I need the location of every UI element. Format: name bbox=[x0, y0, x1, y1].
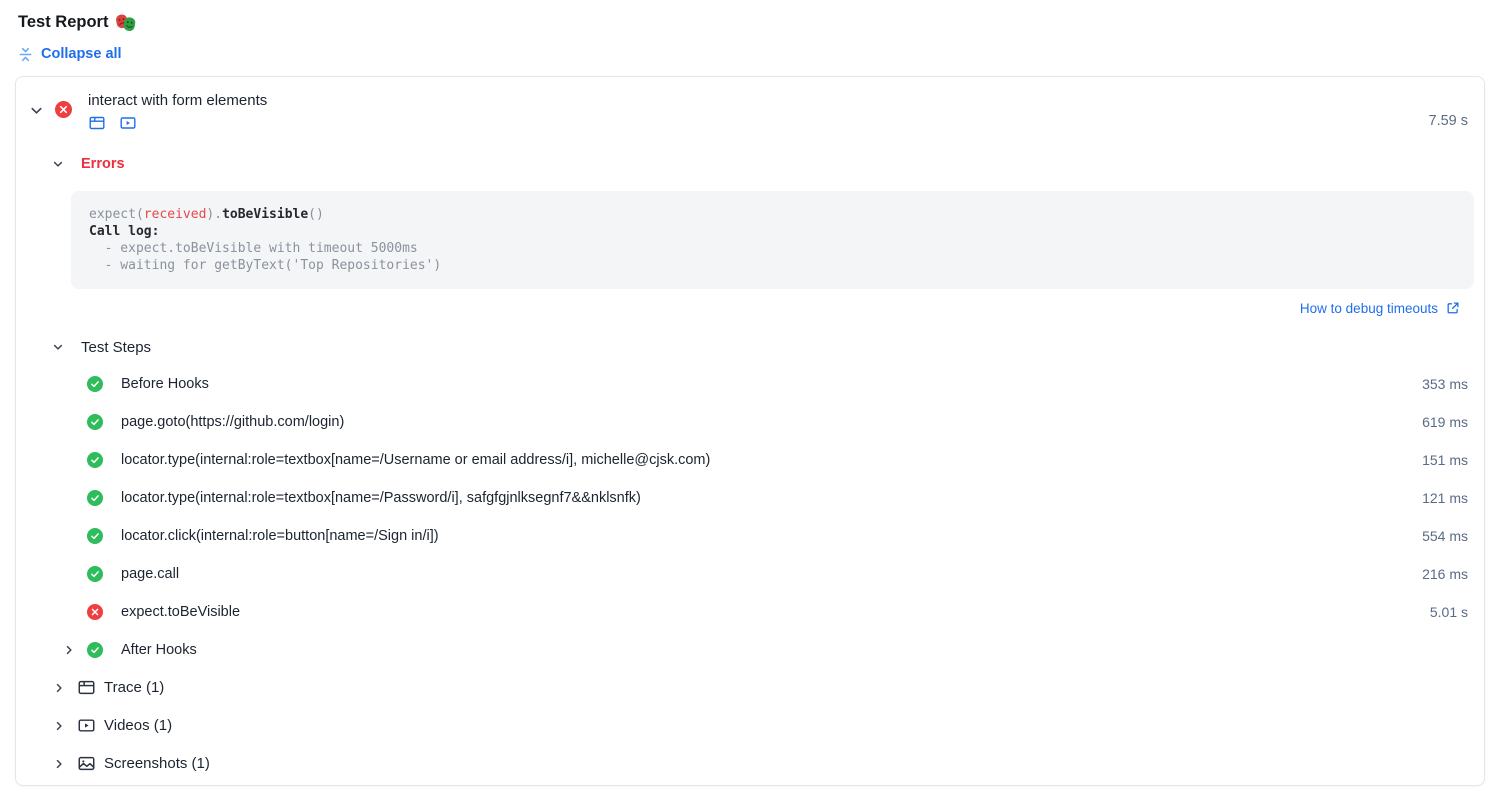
collapse-all-label: Collapse all bbox=[41, 46, 122, 62]
chevron-down-icon[interactable] bbox=[52, 341, 64, 353]
steps-list: Before Hooks 353 ms page.goto(https://gi… bbox=[16, 365, 1484, 669]
step-duration: 121 ms bbox=[1422, 490, 1468, 506]
step-duration: 619 ms bbox=[1422, 414, 1468, 430]
attachment-label: Trace (1) bbox=[104, 679, 164, 696]
step-title: expect.toBeVisible bbox=[121, 604, 240, 620]
errors-section-header[interactable]: Errors bbox=[16, 156, 1484, 172]
trace-icon[interactable] bbox=[88, 115, 106, 131]
step-title: locator.type(internal:role=textbox[name=… bbox=[121, 490, 641, 506]
test-step-row[interactable]: page.goto(https://github.com/login) 619 … bbox=[16, 403, 1484, 441]
attachment-row[interactable]: Trace (1) bbox=[16, 669, 1484, 707]
collapse-all-button[interactable]: Collapse all bbox=[18, 46, 122, 62]
step-title: locator.click(internal:role=button[name=… bbox=[121, 528, 439, 544]
error-code-block: expect(received).toBeVisible() Call log:… bbox=[71, 191, 1474, 289]
step-passed-icon bbox=[87, 642, 103, 658]
attachment-label: Videos (1) bbox=[104, 717, 172, 734]
attachment-label: Screenshots (1) bbox=[104, 755, 210, 772]
step-title: Before Hooks bbox=[121, 376, 209, 392]
how-to-debug-timeouts-link[interactable]: How to debug timeouts bbox=[1300, 301, 1460, 316]
page-title: Test Report bbox=[18, 13, 1500, 32]
video-icon[interactable] bbox=[119, 115, 137, 131]
error-line: - expect.toBeVisible with timeout 5000ms bbox=[89, 240, 1456, 257]
test-step-row[interactable]: Before Hooks 353 ms bbox=[16, 365, 1484, 403]
step-duration: 5.01 s bbox=[1430, 604, 1468, 620]
step-passed-icon bbox=[87, 528, 103, 544]
trace-icon bbox=[78, 679, 95, 696]
video-icon bbox=[78, 717, 95, 734]
test-steps-section-label: Test Steps bbox=[81, 339, 151, 356]
test-step-row[interactable]: locator.type(internal:role=textbox[name=… bbox=[16, 441, 1484, 479]
test-step-row[interactable]: expect.toBeVisible 5.01 s bbox=[16, 593, 1484, 631]
step-passed-icon bbox=[87, 414, 103, 430]
theater-masks-icon bbox=[116, 14, 136, 32]
external-link-icon bbox=[1446, 301, 1460, 315]
chevron-right-icon[interactable] bbox=[53, 720, 65, 732]
step-duration: 151 ms bbox=[1422, 452, 1468, 468]
test-step-row[interactable]: After Hooks bbox=[16, 631, 1484, 669]
error-line: expect(received).toBeVisible() bbox=[89, 206, 1456, 223]
attachments-list: Trace (1) Videos (1) Screenshots (1) bbox=[16, 669, 1484, 783]
step-duration: 353 ms bbox=[1422, 376, 1468, 392]
chevron-right-icon[interactable] bbox=[53, 758, 65, 770]
test-step-row[interactable]: locator.click(internal:role=button[name=… bbox=[16, 517, 1484, 555]
page-title-text: Test Report bbox=[18, 13, 108, 32]
step-passed-icon bbox=[87, 490, 103, 506]
chevron-down-icon[interactable] bbox=[52, 158, 64, 170]
screenshot-icon bbox=[78, 755, 95, 772]
test-duration: 7.59 s bbox=[1429, 113, 1469, 129]
chevron-right-icon[interactable] bbox=[63, 644, 75, 656]
chevron-right-icon[interactable] bbox=[53, 682, 65, 694]
attachment-row[interactable]: Videos (1) bbox=[16, 707, 1484, 745]
test-failed-status-icon bbox=[55, 101, 72, 118]
attachment-row[interactable]: Screenshots (1) bbox=[16, 745, 1484, 783]
step-passed-icon bbox=[87, 376, 103, 392]
chevron-down-icon[interactable] bbox=[29, 103, 44, 118]
step-title: page.goto(https://github.com/login) bbox=[121, 414, 344, 430]
step-passed-icon bbox=[87, 566, 103, 582]
step-duration: 554 ms bbox=[1422, 528, 1468, 544]
debug-link-row: How to debug timeouts bbox=[16, 301, 1460, 316]
step-title: locator.type(internal:role=textbox[name=… bbox=[121, 452, 710, 468]
test-attachment-shortcuts bbox=[88, 115, 267, 131]
test-title[interactable]: interact with form elements bbox=[88, 91, 267, 110]
page-header: Test Report bbox=[0, 0, 1500, 67]
step-passed-icon bbox=[87, 452, 103, 468]
step-duration: 216 ms bbox=[1422, 566, 1468, 582]
step-title: After Hooks bbox=[121, 642, 197, 658]
error-line: Call log: bbox=[89, 223, 1456, 240]
test-step-row[interactable]: page.call 216 ms bbox=[16, 555, 1484, 593]
test-steps-section-header[interactable]: Test Steps bbox=[16, 339, 1484, 356]
test-header[interactable]: interact with form elements 7.59 s bbox=[16, 77, 1484, 131]
test-step-row[interactable]: locator.type(internal:role=textbox[name=… bbox=[16, 479, 1484, 517]
debug-link-label: How to debug timeouts bbox=[1300, 301, 1438, 316]
errors-section-label: Errors bbox=[81, 156, 125, 172]
collapse-all-icon bbox=[18, 47, 33, 62]
error-line: - waiting for getByText('Top Repositorie… bbox=[89, 257, 1456, 274]
test-result-card: interact with form elements 7.59 s Error… bbox=[15, 76, 1485, 786]
step-failed-icon bbox=[87, 604, 103, 620]
step-title: page.call bbox=[121, 566, 179, 582]
